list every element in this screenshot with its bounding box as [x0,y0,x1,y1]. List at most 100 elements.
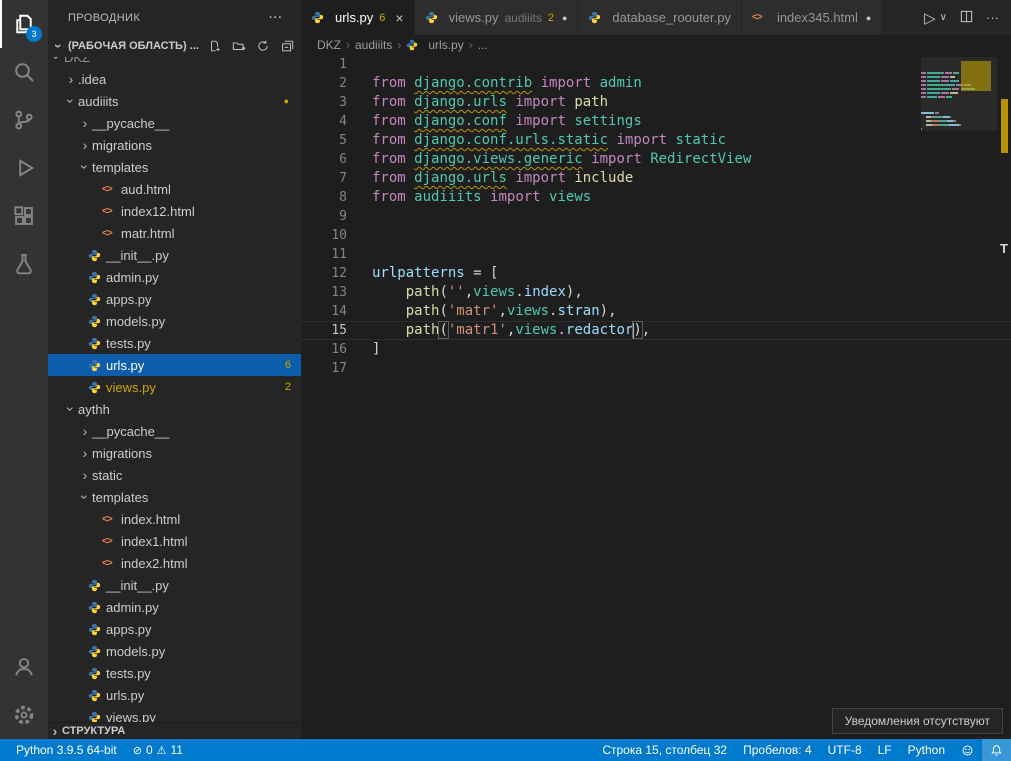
problems-indicator[interactable]: ⊘ 0 ⚠ 11 [125,739,191,761]
run-debug-icon[interactable] [0,144,48,192]
tree-item-__init__.py[interactable]: __init__.py [48,244,301,266]
tree-item-models.py[interactable]: models.py [48,310,301,332]
html-file-icon: <> [102,514,116,525]
code-line[interactable]: 11 [301,245,1011,264]
tree-item-views.py[interactable]: views.py [48,706,301,722]
new-file-icon[interactable] [207,38,223,54]
notification-toast[interactable]: Уведомления отсутствуют [832,708,1003,734]
tree-item-urls.py[interactable]: urls.py [48,684,301,706]
tree-item-aythh[interactable]: ›aythh [48,398,301,420]
new-folder-icon[interactable] [231,38,247,54]
tree-item-__pycache__[interactable]: ›__pycache__ [48,112,301,134]
eol-setting[interactable]: LF [870,739,900,761]
feedback-icon[interactable] [953,739,982,761]
extensions-icon[interactable] [0,192,48,240]
cursor-position[interactable]: Строка 15, столбец 32 [594,739,735,761]
tab-views.py[interactable]: views.pyaudiiits2● [415,0,579,35]
source-control-icon[interactable] [0,96,48,144]
tree-item-urls.py[interactable]: urls.py6 [48,354,301,376]
code-line[interactable]: 13 path('',views.index), [301,283,1011,302]
tree-item-.idea[interactable]: ›.idea [48,68,301,90]
run-dropdown-icon[interactable]: ∨ [940,12,947,23]
code-line[interactable]: 12urlpatterns = [ [301,264,1011,283]
tree-item-apps.py[interactable]: apps.py [48,618,301,640]
tree-item-index12.html[interactable]: <>index12.html [48,200,301,222]
code-line[interactable]: 2from django.contrib import admin [301,74,1011,93]
code-line[interactable]: 7from django.urls import include [301,169,1011,188]
code-editor[interactable]: 12from django.contrib import admin3from … [301,55,1011,739]
explorer-icon[interactable]: 3 [0,0,48,48]
encoding-setting[interactable]: UTF-8 [820,739,870,761]
code-line[interactable]: 4from django.conf import settings [301,112,1011,131]
activity-bar: 3 [0,0,48,739]
tab-database_roouter.py[interactable]: database_roouter.py [578,0,742,35]
testing-icon[interactable] [0,240,48,288]
code-line[interactable]: 9 [301,207,1011,226]
tree-item-__pycache__[interactable]: ›__pycache__ [48,420,301,442]
minimap[interactable] [921,57,997,125]
tree-item-__init__.py[interactable]: __init__.py [48,574,301,596]
python-file-icon [88,293,101,306]
code-line[interactable]: 15 path('matr1',views.redactor), [301,321,1011,340]
chevron-down-icon: › [49,57,65,64]
tree-item-index.html[interactable]: <>index.html [48,508,301,530]
tree-item-admin.py[interactable]: admin.py [48,266,301,288]
line-number: 3 [301,93,347,112]
tree-item-index1.html[interactable]: <>index1.html [48,530,301,552]
overview-ruler[interactable] [998,55,1011,739]
workspace-section-header[interactable]: › (РАБОЧАЯ ОБЛАСТЬ) ... [48,35,301,57]
close-icon[interactable]: × [395,10,403,26]
line-number: 8 [301,188,347,207]
more-actions-icon[interactable]: ··· [986,10,999,25]
tree-item-templates[interactable]: ›templates [48,156,301,178]
html-file-icon: <> [102,558,116,569]
code-line[interactable]: 10 [301,226,1011,245]
tree-item-audiiits[interactable]: ›audiiits● [48,90,301,112]
breadcrumb-item-DKZ[interactable]: DKZ [317,38,341,52]
breadcrumb-separator-icon: › [469,38,473,52]
sidebar-more-actions-icon[interactable]: ··· [269,12,283,24]
tree-item-models.py[interactable]: models.py [48,640,301,662]
tab-urls.py[interactable]: urls.py6× [301,0,415,35]
tab-label: database_roouter.py [612,10,731,25]
tree-item-DKZ[interactable]: ›DKZ [48,57,301,68]
settings-gear-icon[interactable] [0,691,48,739]
collapse-all-icon[interactable] [279,38,295,54]
notifications-bell-icon[interactable] [982,739,1011,761]
tree-item-views.py[interactable]: views.py2 [48,376,301,398]
tab-index345.html[interactable]: <>index345.html● [742,0,882,35]
breadcrumb-item-audiiits[interactable]: audiiits [355,38,392,52]
split-editor-icon[interactable] [959,9,974,27]
code-line[interactable]: 1 [301,55,1011,74]
tree-item-index2.html[interactable]: <>index2.html [48,552,301,574]
code-line[interactable]: 14 path('matr',views.stran), [301,302,1011,321]
tree-item-tests.py[interactable]: tests.py [48,662,301,684]
python-interpreter[interactable]: Python 3.9.5 64-bit [8,739,125,761]
tree-item-tests.py[interactable]: tests.py [48,332,301,354]
breadcrumb-item-urls.py[interactable]: urls.py [406,38,463,52]
tree-item-admin.py[interactable]: admin.py [48,596,301,618]
tree-item-apps.py[interactable]: apps.py [48,288,301,310]
language-mode[interactable]: Python [900,739,953,761]
run-python-file-icon[interactable]: ▷ [924,9,936,27]
code-line[interactable]: 3from django.urls import path [301,93,1011,112]
code-line[interactable]: 17 [301,359,1011,378]
account-icon[interactable] [0,643,48,691]
code-line[interactable]: 8from audiiits import views [301,188,1011,207]
tree-item-aud.html[interactable]: <>aud.html [48,178,301,200]
outline-section-header[interactable]: › СТРУКТУРА [48,722,301,739]
tree-item-templates[interactable]: ›templates [48,486,301,508]
refresh-icon[interactable] [255,38,271,54]
code-line[interactable]: 5from django.conf.urls.static import sta… [301,131,1011,150]
tree-item-matr.html[interactable]: <>matr.html [48,222,301,244]
tree-item-migrations[interactable]: ›migrations [48,442,301,464]
chevron-down-icon: › [77,490,93,504]
search-icon[interactable] [0,48,48,96]
code-line[interactable]: 6from django.views.generic import Redire… [301,150,1011,169]
tree-item-static[interactable]: ›static [48,464,301,486]
code-line[interactable]: 16] [301,340,1011,359]
indentation-setting[interactable]: Пробелов: 4 [735,739,820,761]
tree-item-label: views.py [106,380,156,395]
tree-item-migrations[interactable]: ›migrations [48,134,301,156]
breadcrumb-item-...[interactable]: ... [478,38,488,52]
